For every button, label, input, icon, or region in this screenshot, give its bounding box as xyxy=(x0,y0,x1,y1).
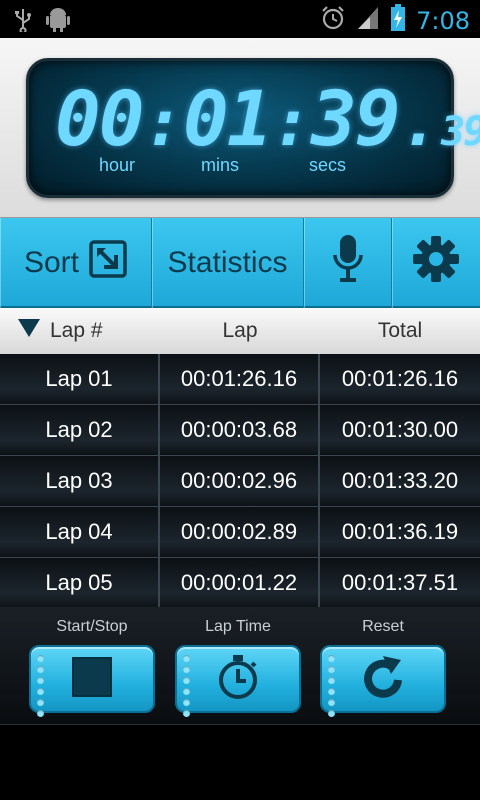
timer-dot: . xyxy=(400,87,440,161)
total-header: Total xyxy=(377,319,423,342)
timer-colon: : xyxy=(272,87,312,161)
table-row[interactable]: Lap 02 00:00:03.68 00:01:30.00 xyxy=(0,405,480,456)
timer-fraction: 39 xyxy=(441,109,480,155)
lap-time: 00:00:03.68 xyxy=(160,405,320,455)
lap-header: Lap xyxy=(222,319,258,342)
start-stop-button[interactable] xyxy=(29,645,155,717)
table-row[interactable]: Lap 05 00:00:01.22 00:01:37.51 xyxy=(0,558,480,609)
statistics-button[interactable]: Statistics xyxy=(152,218,304,308)
table-row[interactable]: Lap 03 00:00:02.96 00:01:33.20 xyxy=(0,456,480,507)
secs-label: secs xyxy=(309,155,347,175)
total-time: 00:01:37.51 xyxy=(341,570,459,595)
statistics-label: Statistics xyxy=(167,246,288,279)
expand-icon xyxy=(89,240,127,286)
table-row[interactable]: Lap 01 00:01:26.16 00:01:26.16 xyxy=(0,354,480,405)
reset-icon xyxy=(361,654,405,705)
battery-charging-icon xyxy=(390,4,406,37)
control-bar: Start/Stop Lap Time Reset xyxy=(0,607,480,725)
timer-hours: 00 xyxy=(55,74,145,163)
stopwatch-icon xyxy=(217,654,259,705)
signal-icon xyxy=(356,5,380,36)
timer-minutes: 01 xyxy=(183,74,273,163)
lap-name: Lap 02 xyxy=(0,405,160,455)
lap-list: Lap 01 00:01:26.16 00:01:26.16 Lap 02 00… xyxy=(0,354,480,609)
grip-dots xyxy=(183,655,190,717)
lap-time: 00:00:01.22 xyxy=(160,558,320,608)
android-debug-icon xyxy=(46,7,70,38)
elapsed-time: 00 : 01 : 39 . 39 xyxy=(55,79,480,164)
stop-icon xyxy=(72,656,112,702)
grip-dots xyxy=(37,655,44,717)
lap-name: Lap 05 xyxy=(0,558,160,608)
reset-control: Reset xyxy=(320,615,446,717)
lap-name: Lap 04 xyxy=(0,507,160,557)
sort-descending-icon xyxy=(18,319,40,343)
microphone-icon xyxy=(332,233,364,293)
alarm-icon xyxy=(320,5,346,36)
lap-table-header: Lap # Lap Total xyxy=(0,308,480,354)
settings-button[interactable] xyxy=(392,218,480,308)
total-time: 00:01:30.00 xyxy=(341,417,459,442)
lap-name: Lap 03 xyxy=(0,456,160,506)
sort-button[interactable]: Sort xyxy=(0,218,152,308)
table-row[interactable]: Lap 04 00:00:02.89 00:01:36.19 xyxy=(0,507,480,558)
clock-time: 7:08 xyxy=(416,6,470,35)
reset-label: Reset xyxy=(362,618,404,635)
total-time: 00:01:36.19 xyxy=(341,519,459,544)
lap-time: 00:00:02.96 xyxy=(160,456,320,506)
hour-label: hour xyxy=(99,155,136,175)
lap-time: 00:00:02.89 xyxy=(160,507,320,557)
usb-icon xyxy=(14,8,32,37)
toolbar: Sort Statistics xyxy=(0,218,480,308)
timer-colon: : xyxy=(144,87,184,161)
lap-number-header-label: Lap # xyxy=(50,319,103,342)
lcd-display: 00 : 01 : 39 . 39 hour mins secs xyxy=(26,58,480,198)
reset-button[interactable] xyxy=(320,645,446,717)
lap-name: Lap 01 xyxy=(0,354,160,404)
lap-time: 00:01:26.16 xyxy=(160,354,320,404)
grip-dots xyxy=(328,655,335,717)
lap-time-button[interactable] xyxy=(175,645,301,717)
gear-icon xyxy=(412,235,460,291)
timer-seconds: 39 xyxy=(311,74,401,163)
start-stop-label: Start/Stop xyxy=(56,618,128,635)
voice-button[interactable] xyxy=(304,218,392,308)
lap-time-label: Lap Time xyxy=(205,618,271,635)
status-bar: 7:08 xyxy=(0,0,480,38)
mins-label: mins xyxy=(201,155,240,175)
lap-number-header[interactable]: Lap # xyxy=(0,319,160,343)
lap-time-control: Lap Time xyxy=(175,615,301,717)
total-time: 00:01:33.20 xyxy=(341,468,459,493)
total-time: 00:01:26.16 xyxy=(341,366,459,391)
timer-panel: 00 : 01 : 39 . 39 hour mins secs xyxy=(0,38,480,218)
sort-label: Sort xyxy=(23,246,80,279)
start-stop-control: Start/Stop xyxy=(29,615,155,717)
